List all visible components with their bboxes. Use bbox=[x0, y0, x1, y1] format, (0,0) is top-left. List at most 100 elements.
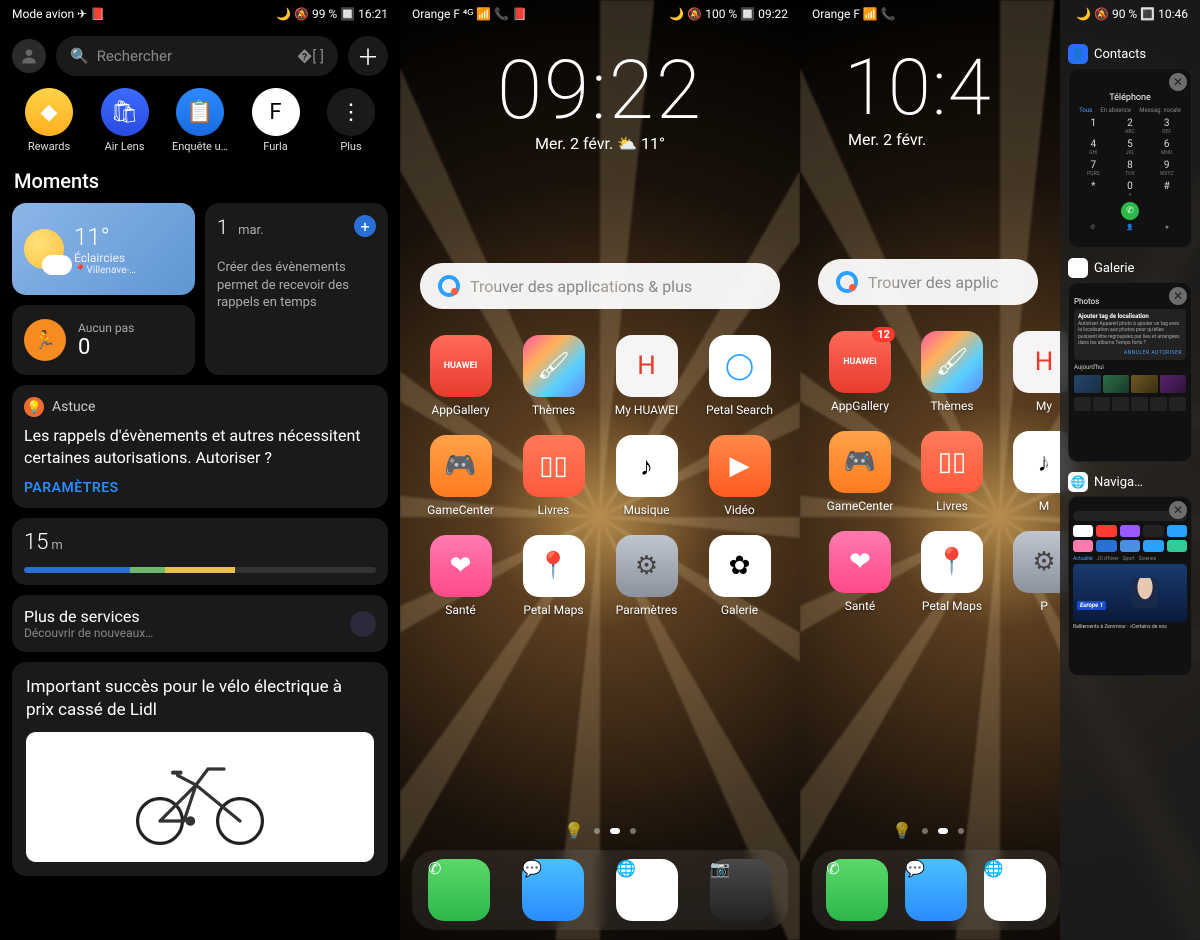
app-label: My bbox=[1036, 399, 1052, 413]
livres-icon: ▯▯ bbox=[921, 431, 983, 493]
quick-app-airlens[interactable]: 🛍 Air Lens bbox=[94, 88, 156, 153]
news-tile[interactable]: Important succès pour le vélo électrique… bbox=[12, 662, 388, 876]
app-petalsearch[interactable]: ◯ Petal Search bbox=[697, 335, 782, 417]
app-gamecenter[interactable]: 🎮 GameCenter bbox=[818, 431, 902, 513]
app-sante[interactable]: ❤ Santé bbox=[418, 535, 503, 617]
app-livres[interactable]: ▯▯ Livres bbox=[910, 431, 994, 513]
rewards-icon: ◆ bbox=[25, 88, 73, 136]
distance-value: 15 bbox=[24, 530, 48, 555]
task-thumbnail[interactable]: Photos Ajouter tag de localisationAutori… bbox=[1068, 282, 1192, 462]
clock-date: Mer. 2 févr. ⛅ 11° bbox=[535, 134, 665, 153]
app-label: Vidéo bbox=[724, 503, 755, 517]
phone-1-moments: Mode avion ✈ 📕 🌙 🔕 99 % 🔲 16:21 🔍 Recher… bbox=[0, 0, 400, 940]
petal-search-bar[interactable]: Trouver des applications & plus bbox=[420, 263, 780, 309]
status-left: Orange F 📶 📞 bbox=[812, 7, 896, 21]
distance-tile[interactable]: 15m bbox=[12, 518, 388, 585]
sante-icon: ❤ bbox=[829, 531, 891, 593]
distance-bar bbox=[24, 567, 376, 573]
app-gamecenter[interactable]: 🎮 GameCenter bbox=[418, 435, 503, 517]
app-label: My HUAWEI bbox=[615, 403, 679, 417]
app-musique[interactable]: ♪ Musique bbox=[604, 435, 689, 517]
weather-tile[interactable]: 11° Éclaircies 📍Villenave-… bbox=[12, 203, 195, 295]
plus-icon: ⋮ bbox=[327, 88, 375, 136]
petalmaps-icon: 📍 bbox=[523, 535, 585, 597]
calendar-add-button[interactable]: + bbox=[354, 215, 376, 237]
clock-widget[interactable]: 09:22 Mer. 2 févr. ⛅ 11° bbox=[400, 50, 800, 153]
dock-camera[interactable]: 📷 bbox=[710, 859, 772, 921]
petalsearch-icon: ◯ bbox=[709, 335, 771, 397]
steps-label: Aucun pas bbox=[78, 321, 134, 335]
app-livres[interactable]: ▯▯ Livres bbox=[511, 435, 596, 517]
petal-search-bar[interactable]: Trouver des applic bbox=[818, 259, 1038, 305]
dock-messages[interactable]: 💬 bbox=[522, 859, 584, 921]
weather-cond: Éclaircies bbox=[74, 251, 136, 265]
app-label: P bbox=[1040, 599, 1048, 613]
app-petalmaps[interactable]: 📍 Petal Maps bbox=[511, 535, 596, 617]
app-appgallery[interactable]: HUAWEI AppGallery bbox=[418, 335, 503, 417]
recents-panel[interactable]: 👤 Contacts Téléphone TousEn absenceMessa… bbox=[1060, 0, 1200, 940]
navigateur-icon: 🌐 bbox=[1068, 472, 1088, 492]
profile-avatar[interactable] bbox=[12, 39, 46, 73]
app-video[interactable]: ▶ Vidéo bbox=[697, 435, 782, 517]
moments-header: Moments bbox=[14, 169, 386, 193]
badge: 12 bbox=[872, 327, 895, 342]
side-panel-handle[interactable]: ❯ bbox=[1039, 455, 1061, 485]
quick-app-rewards[interactable]: ◆ Rewards bbox=[18, 88, 80, 153]
page-indicator[interactable]: 💡 bbox=[400, 821, 800, 840]
more-services-tile[interactable]: Plus de services Découvrir de nouveaux… bbox=[12, 595, 388, 652]
dock-phone[interactable]: ✆ bbox=[826, 859, 888, 921]
app-myhuawei[interactable]: H My HUAWEI bbox=[604, 335, 689, 417]
scan-icon[interactable]: �[ ] bbox=[297, 47, 324, 65]
steps-value: 0 bbox=[78, 335, 134, 360]
task-thumbnail[interactable]: ActualitéJO d'hiverSportScience Europe 1… bbox=[1068, 496, 1192, 676]
contacts-icon: 👤 bbox=[1068, 44, 1088, 64]
status-bar: Orange F ⁴ᴳ 📶 📞 📕 🌙 🔕 100 % 🔲 09:22 bbox=[400, 0, 800, 28]
app-label: Musique bbox=[623, 503, 669, 517]
tip-settings-link[interactable]: PARAMÈTRES bbox=[24, 480, 376, 496]
app-parametres[interactable]: ⚙ Paramètres bbox=[604, 535, 689, 617]
calendar-hint: Créer des évènements permet de recevoir … bbox=[217, 259, 376, 312]
app-sante[interactable]: ❤ Santé bbox=[818, 531, 902, 613]
quick-app-furla[interactable]: F Furla bbox=[245, 88, 307, 153]
app-themes[interactable]: 🖌 Thèmes bbox=[511, 335, 596, 417]
dock-messages[interactable]: 💬 bbox=[905, 859, 967, 921]
task-thumbnail[interactable]: Téléphone TousEn absenceMessag. vocale 1… bbox=[1068, 68, 1192, 248]
tip-tile[interactable]: 💡 Astuce Les rappels d'évènements et aut… bbox=[12, 385, 388, 508]
app-galerie[interactable]: ✿ Galerie bbox=[697, 535, 782, 617]
news-image bbox=[26, 732, 374, 862]
search-input[interactable]: 🔍 Rechercher �[ ] bbox=[56, 36, 338, 76]
quick-app-enquete[interactable]: 📋 Enquête u… bbox=[169, 88, 231, 153]
app-label: Furla bbox=[263, 140, 287, 153]
services-sub: Découvrir de nouveaux… bbox=[24, 626, 153, 640]
recent-task-navigateur[interactable]: 🌐 Naviga… ActualitéJO d'hiverSportScienc… bbox=[1068, 472, 1192, 676]
status-right: 🌙 🔕 90 % 🔳 10:46 bbox=[1076, 7, 1188, 21]
clock-time: 09:22 bbox=[400, 50, 800, 132]
airlens-icon: 🛍 bbox=[101, 88, 149, 136]
recent-task-contacts[interactable]: 👤 Contacts Téléphone TousEn absenceMessa… bbox=[1068, 44, 1192, 248]
distance-unit: m bbox=[51, 538, 62, 553]
app-themes[interactable]: 🖌 Thèmes bbox=[910, 331, 994, 413]
close-task-button[interactable]: ✕ bbox=[1169, 501, 1187, 519]
dock-phone[interactable]: ✆ bbox=[428, 859, 490, 921]
close-task-button[interactable]: ✕ bbox=[1169, 287, 1187, 305]
steps-tile[interactable]: 🏃 Aucun pas 0 bbox=[12, 305, 195, 375]
app-label: Livres bbox=[538, 503, 570, 517]
quick-app-plus[interactable]: ⋮ Plus bbox=[320, 88, 382, 153]
app-petalmaps[interactable]: 📍 Petal Maps bbox=[910, 531, 994, 613]
tip-body: Les rappels d'évènements et autres néces… bbox=[24, 425, 376, 468]
status-bar: Mode avion ✈ 📕 🌙 🔕 99 % 🔲 16:21 bbox=[0, 0, 400, 28]
app-grid: HUAWEI12 AppGallery 🖌 Thèmes H My 🎮 Game… bbox=[800, 305, 1056, 613]
video-icon: ▶ bbox=[709, 435, 771, 497]
dock-browser[interactable]: 🌐 bbox=[984, 859, 1046, 921]
close-task-button[interactable]: ✕ bbox=[1169, 73, 1187, 91]
dock-browser[interactable]: 🌐 bbox=[616, 859, 678, 921]
app-appgallery[interactable]: HUAWEI12 AppGallery bbox=[818, 331, 902, 413]
add-button[interactable]: ＋ bbox=[348, 36, 388, 76]
recent-task-galerie[interactable]: ✿ Galerie Photos Ajouter tag de localisa… bbox=[1068, 258, 1192, 462]
status-right: 🌙 🔕 100 % 🔲 09:22 bbox=[669, 7, 788, 21]
phone-3-recents: Orange F 📶 📞 🌙 🔕 90 % 🔳 10:46 10:4 Mer. … bbox=[800, 0, 1200, 940]
app-label: Thèmes bbox=[930, 399, 973, 413]
calendar-tile[interactable]: 1 mar. + Créer des évènements permet de … bbox=[205, 203, 388, 375]
themes-icon: 🖌 bbox=[523, 335, 585, 397]
page-indicator[interactable]: 💡 bbox=[800, 821, 1056, 840]
